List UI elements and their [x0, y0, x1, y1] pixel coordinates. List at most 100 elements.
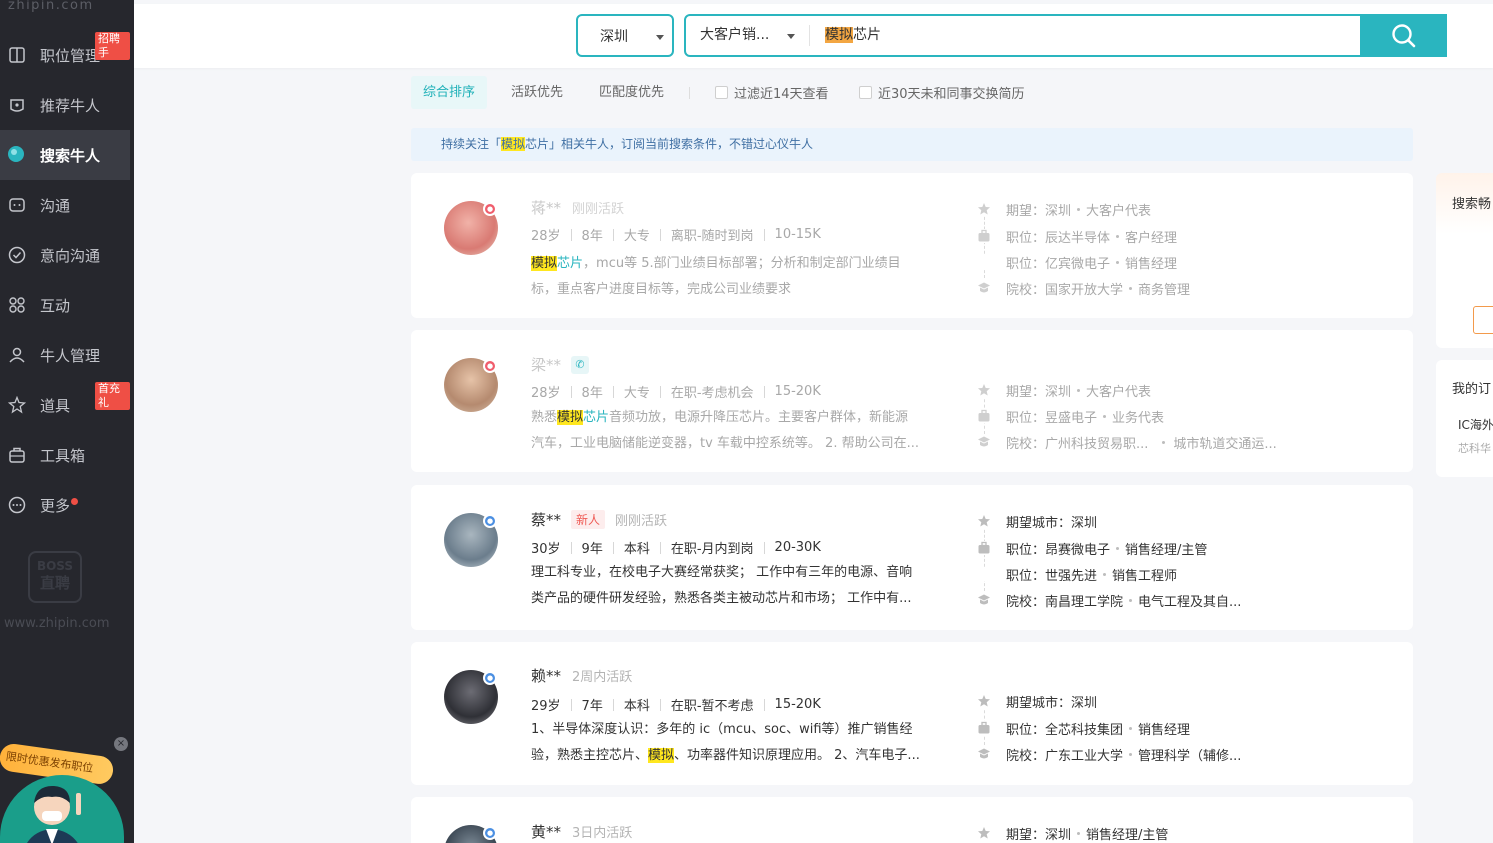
candidate-card[interactable]: ● 赖** 2周内活跃 29岁 7年 本科 在职-暂不考虑 15-20K 1、半… — [411, 642, 1413, 785]
active-status: 刚刚活跃 — [572, 202, 625, 217]
candidate-description: 1、半导体深度认识：多年的 ic（mcu、soc、wifi等）推广销售经 验，熟… — [531, 722, 920, 763]
candidate-name[interactable]: 蒋** 刚刚活跃 — [531, 197, 624, 218]
sidebar-item-chat[interactable]: 沟通 — [0, 180, 130, 230]
star-icon — [977, 826, 991, 840]
subscription-item-sub: 芯科华 — [1458, 442, 1491, 455]
right-panel-smart-search[interactable]: 搜索畅 — [1436, 173, 1493, 348]
candidate-name[interactable]: 梁** ✆ — [531, 354, 590, 375]
male-icon: ● — [483, 671, 497, 685]
star-icon — [977, 514, 991, 528]
active-status: 3日内活跃 — [572, 826, 633, 841]
new-talent-badge: 新人 — [571, 510, 606, 529]
query-text: 芯片 — [853, 27, 881, 43]
panel-title: 搜索畅 — [1452, 197, 1492, 212]
candidate-card[interactable]: ● 蔡** 新人 刚刚活跃 30岁 9年 本科 在职-月内到岗 20-30K 理… — [411, 485, 1413, 630]
briefcase-icon — [977, 541, 991, 555]
candidate-name[interactable]: 赖** 2周内活跃 — [531, 665, 632, 686]
candidate-description: 理工科专业，在校电子大赛经常获奖； 工作中有三年的电源、音响 类产品的硬件研发经… — [531, 565, 913, 606]
subscribe-notice[interactable]: 持续关注「模拟芯片」相关牛人，订阅当前搜索条件，不错过心仪牛人 — [411, 128, 1413, 161]
right-panel-subscriptions[interactable]: 我的订 IC海外 芯科华 — [1436, 360, 1493, 477]
chevron-down-icon — [787, 34, 795, 39]
promo-mascot[interactable] — [0, 775, 124, 843]
search-input[interactable]: 模拟芯片 — [825, 16, 881, 55]
sidebar-item-label: 牛人管理 — [40, 346, 101, 365]
candidate-card[interactable]: ● 黄** 3日内活跃 期望： 深圳 销售经理/主管 — [411, 797, 1413, 843]
active-status: 刚刚活跃 — [615, 514, 668, 529]
city-select[interactable]: 深圳 — [576, 14, 674, 57]
candidate-meta: 28岁 8年 大专 离职-随时到岗 10-15K — [531, 227, 821, 244]
promo-close-icon[interactable]: × — [114, 737, 128, 751]
candidate-name[interactable]: 黄** 3日内活跃 — [531, 821, 632, 842]
briefcase-icon — [977, 409, 991, 423]
sidebar-item-label: 沟通 — [40, 196, 71, 215]
school-row: 院校： 南昌理工学院 电气工程及其自... — [977, 590, 1241, 610]
school-row: 院校： 广东工业大学 管理科学（辅修... — [977, 744, 1241, 764]
sidebar-item-label: 互动 — [40, 296, 71, 315]
expectation-row: 期望城市： 深圳 — [977, 511, 1097, 531]
male-icon: ● — [483, 514, 497, 528]
intent-chat-icon — [7, 245, 27, 265]
candidate-description: 模拟芯片，mcu等 5.部门业绩目标部署；分析和制定部门业绩目 标，重点客户进度… — [531, 256, 901, 297]
notification-dot — [71, 498, 78, 505]
female-icon: ● — [483, 202, 497, 216]
sidebar-item-search-talent[interactable]: 搜索牛人 — [0, 130, 130, 180]
filter-viewed-14d[interactable]: 过滤近14天查看 — [715, 76, 829, 109]
school-row: 院校： 广州科技贸易职... 城市轨道交通运... — [977, 432, 1277, 452]
star-icon — [977, 202, 991, 216]
expectation-row: 期望： 深圳 大客户代表 — [977, 380, 1151, 400]
sidebar-item-props[interactable]: 道具 首充礼 — [0, 380, 130, 430]
sidebar-url: www.zhipin.com — [4, 616, 110, 631]
candidate-card[interactable]: ● 梁** ✆ 28岁 8年 大专 在职-考虑机会 15-20K 熟悉模拟芯片音… — [411, 330, 1413, 472]
checkbox[interactable] — [715, 86, 728, 99]
sidebar-item-job-management[interactable]: 职位管理 招聘手 — [0, 30, 130, 80]
sidebar-badge: 招聘手 — [95, 32, 130, 60]
candidate-description: 熟悉模拟芯片音频功放，电源升降压芯片。主要客户群体，新能源 汽车，工业电脑储能逆… — [531, 410, 919, 451]
subscription-item[interactable]: IC海外 — [1458, 416, 1493, 433]
job-row: 职位： 辰达半导体 客户经理 — [977, 226, 1177, 246]
job-row: 职位： 世强先进 销售工程师 — [977, 564, 1177, 584]
sidebar-item-toolbox[interactable]: 工具箱 — [0, 430, 130, 480]
panel-title: 我的订 — [1452, 382, 1492, 397]
chat-icon — [7, 195, 27, 215]
job-row: 职位： 亿宾微电子 销售经理 — [977, 252, 1177, 272]
candidate-meta: 30岁 9年 本科 在职-月内到岗 20-30K — [531, 540, 821, 557]
job-row: 职位： 全芯科技集团 销售经理 — [977, 718, 1190, 738]
toolbox-icon — [7, 445, 27, 465]
sidebar-item-intent-chat[interactable]: 意向沟通 — [0, 230, 130, 280]
sidebar-item-label: 推荐牛人 — [40, 96, 101, 115]
sidebar-item-more[interactable]: 更多 — [0, 480, 130, 530]
panel-button[interactable] — [1473, 306, 1493, 334]
search-button[interactable] — [1360, 14, 1447, 57]
job-row: 职位： 昱盛电子 业务代表 — [977, 406, 1164, 426]
search-box[interactable]: 大客户销... 模拟芯片 — [684, 14, 1447, 57]
phone-icon: ✆ — [571, 355, 590, 374]
sidebar-badge: 首充礼 — [95, 382, 130, 410]
sort-active[interactable]: 活跃优先 — [511, 76, 563, 109]
position-select[interactable]: 大客户销... — [700, 16, 769, 55]
props-icon — [7, 395, 27, 415]
more-icon — [7, 495, 27, 515]
female-icon: ● — [483, 359, 497, 373]
candidate-name[interactable]: 蔡** 新人 刚刚活跃 — [531, 509, 667, 530]
expectation-row: 期望： 深圳 销售经理/主管 — [977, 823, 1168, 843]
checkbox[interactable] — [859, 86, 872, 99]
sidebar-item-interaction[interactable]: 互动 — [0, 280, 130, 330]
candidate-meta: 28岁 8年 大专 在职-考虑机会 15-20K — [531, 384, 821, 401]
sidebar-item-recommend[interactable]: 推荐牛人 — [0, 80, 130, 130]
school-row: 院校： 国家开放大学 商务管理 — [977, 278, 1190, 298]
star-icon — [977, 694, 991, 708]
sidebar: zhipin.com 职位管理 招聘手 推荐牛人 搜索牛人 沟通 意向沟通 互动… — [0, 0, 134, 843]
graduation-cap-icon — [977, 593, 991, 607]
candidate-card[interactable]: ● 蒋** 刚刚活跃 28岁 8年 大专 离职-随时到岗 10-15K 模拟芯片… — [411, 173, 1413, 318]
male-icon: ● — [483, 826, 497, 840]
sidebar-item-label: 工具箱 — [40, 446, 86, 465]
query-highlight: 模拟 — [825, 27, 853, 43]
sidebar-item-talent-management[interactable]: 牛人管理 — [0, 330, 130, 380]
filter-no-exchange-30d[interactable]: 近30天未和同事交换简历 — [859, 76, 1025, 109]
search-icon — [1391, 23, 1415, 47]
sort-comprehensive[interactable]: 综合排序 — [411, 76, 488, 109]
job-row: 职位： 昂赛微电子 销售经理/主管 — [977, 538, 1207, 558]
graduation-cap-icon — [977, 747, 991, 761]
sort-match[interactable]: 匹配度优先 — [599, 76, 664, 109]
divider — [689, 87, 690, 99]
